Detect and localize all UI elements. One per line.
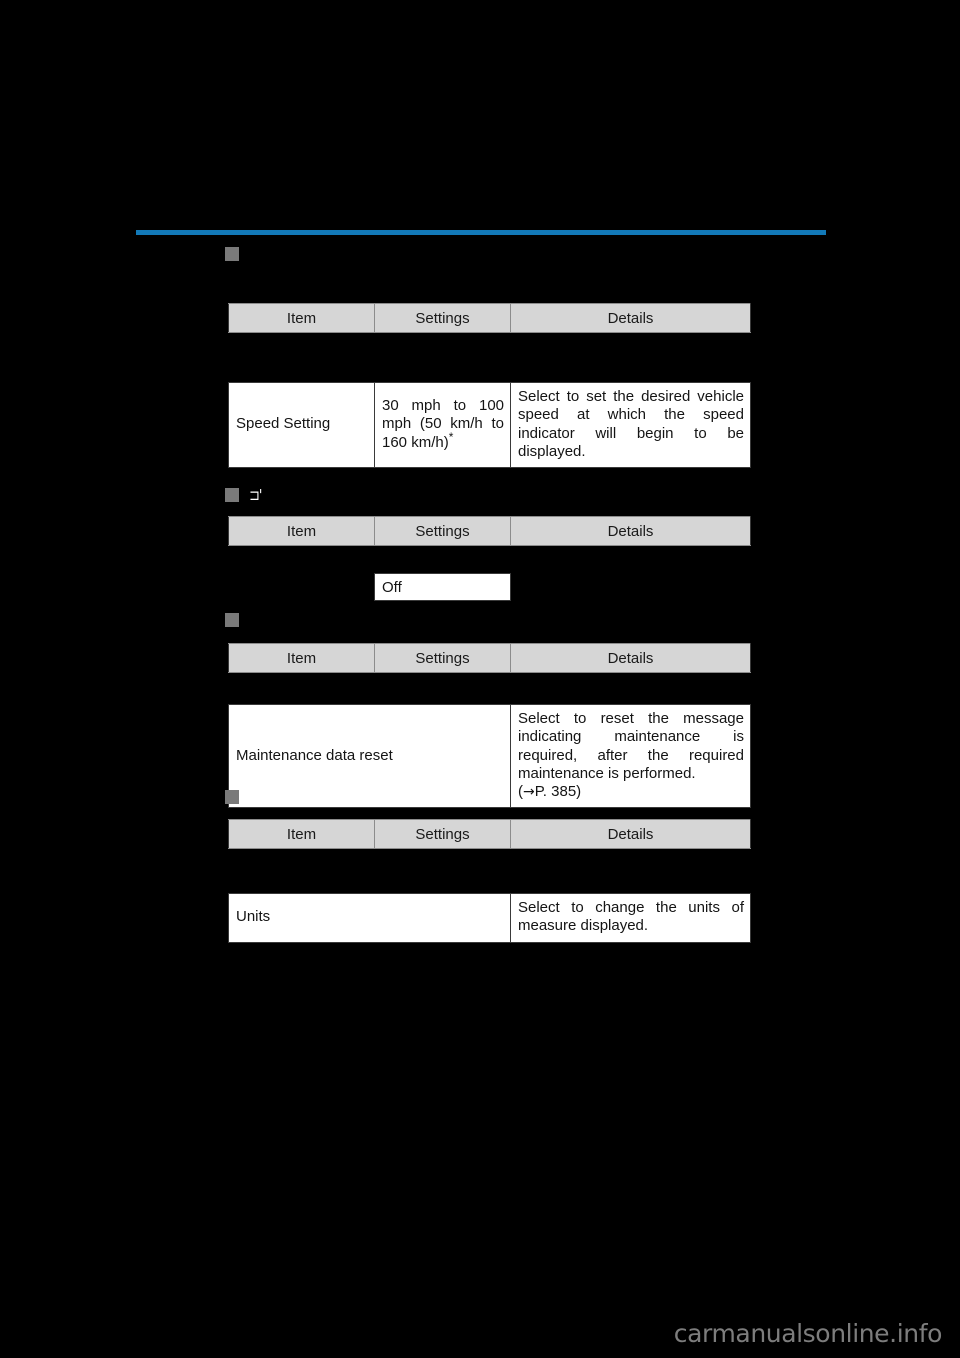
settings-table-4: Item Settings Details [228, 819, 751, 849]
square-marker-icon [225, 613, 239, 627]
details-body: Select to reset the message indicating m… [518, 710, 744, 782]
cell-details: Select to change the units of measure di… [510, 893, 751, 943]
ref-suffix: ) [576, 783, 582, 801]
section-2-glyph: ⊐' [249, 486, 262, 504]
square-marker-icon [225, 488, 239, 502]
column-header-details: Details [510, 819, 751, 849]
settings-value: 30 mph to 100 mph (50 km/h to 160 km/h)* [375, 392, 510, 458]
settings-table-3-body: Maintenance data reset Select to reset t… [228, 703, 751, 809]
item-label: Maintenance data reset [236, 746, 393, 764]
settings-table-3: Item Settings Details [228, 643, 751, 673]
column-header-settings: Settings [374, 643, 511, 673]
table-header-row: Item Settings Details [228, 643, 751, 673]
settings-range: 30 mph to 100 mph (50 km/h to 160 km/h) [382, 397, 504, 451]
footnote-marker: * [448, 429, 454, 444]
column-header-details: Details [510, 516, 751, 546]
column-header-item: Item [228, 819, 375, 849]
table-header-row: Item Settings Details [228, 516, 751, 546]
item-label: Units [236, 908, 271, 926]
section-1-heading [225, 246, 248, 262]
item-label: Speed Setting [236, 415, 331, 433]
settings-table-1: Item Settings Details [228, 303, 751, 333]
column-header-details: Details [510, 303, 751, 333]
details-text: Select to reset the message indicating m… [511, 705, 750, 807]
square-marker-icon [225, 247, 239, 261]
cell-details: Select to set the desired vehicle speed … [510, 381, 751, 469]
section-2-heading: ⊐' [225, 487, 263, 503]
arrow-right-icon: → [523, 784, 535, 801]
column-header-settings: Settings [374, 819, 511, 849]
details-text: Select to change the units of measure di… [518, 899, 744, 935]
accent-rule [136, 230, 826, 235]
cell-item: Speed Setting [228, 381, 375, 469]
table-row[interactable]: Maintenance data reset Select to reset t… [228, 703, 751, 809]
column-header-item: Item [228, 643, 375, 673]
page-canvas: Item Settings Details Speed Setting 30 m… [0, 0, 960, 1358]
column-header-item: Item [228, 516, 375, 546]
section-3-heading [225, 612, 248, 628]
square-marker-icon [225, 790, 239, 804]
table-header-row: Item Settings Details [228, 819, 751, 849]
details-text: Select to set the desired vehicle speed … [518, 388, 744, 460]
column-header-details: Details [510, 643, 751, 673]
column-header-settings: Settings [374, 303, 511, 333]
column-header-item: Item [228, 303, 375, 333]
settings-table-2: Item Settings Details [228, 516, 751, 546]
ref-page: P. 385 [534, 783, 577, 801]
cell-item: Units [228, 893, 511, 943]
cell-settings: 30 mph to 100 mph (50 km/h to 160 km/h)* [374, 381, 511, 469]
value-box-off[interactable]: Off [374, 573, 511, 601]
table-row[interactable]: Units Select to change the units of meas… [228, 893, 751, 943]
table-row[interactable]: Speed Setting 30 mph to 100 mph (50 km/h… [228, 381, 751, 469]
table-header-row: Item Settings Details [228, 303, 751, 333]
page-reference[interactable]: (→P. 385) [518, 783, 581, 800]
settings-table-1-body: Speed Setting 30 mph to 100 mph (50 km/h… [228, 381, 751, 469]
section-4-heading [225, 789, 248, 805]
watermark: carmanualsonline.info [673, 1319, 943, 1348]
cell-item: Maintenance data reset [228, 703, 511, 809]
cell-details: Select to reset the message indicating m… [510, 703, 751, 809]
settings-table-4-body: Units Select to change the units of meas… [228, 893, 751, 943]
column-header-settings: Settings [374, 516, 511, 546]
